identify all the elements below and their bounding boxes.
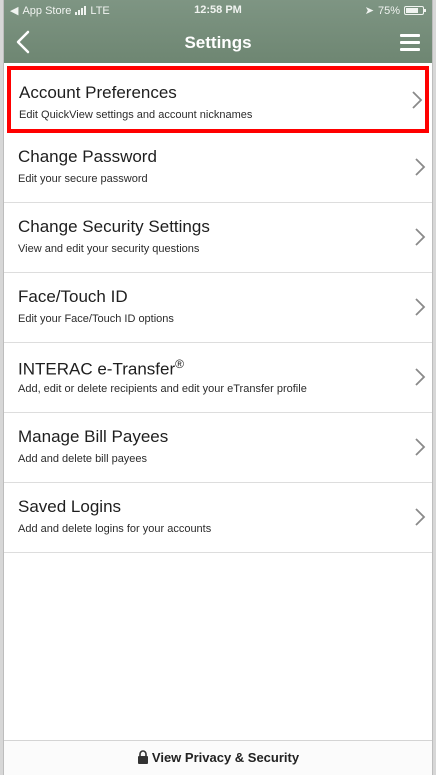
status-bar: ◀ App Store LTE 12:58 PM ➤ 75% — [4, 0, 432, 20]
item-title: Change Password — [18, 147, 157, 166]
item-subtitle: Add, edit or delete recipients and edit … — [18, 383, 307, 395]
battery-level — [406, 8, 418, 13]
settings-item-account-preferences[interactable]: Account Preferences Edit QuickView setti… — [7, 66, 429, 133]
item-subtitle: Edit QuickView settings and account nick… — [19, 109, 253, 121]
privacy-security-link[interactable]: View Privacy & Security — [4, 740, 432, 775]
item-subtitle: Add and delete logins for your accounts — [18, 523, 212, 535]
hamburger-line — [400, 41, 420, 44]
settings-item-change-security-settings[interactable]: Change Security Settings View and edit y… — [4, 203, 432, 273]
item-title: Saved Logins — [18, 497, 122, 516]
item-title: Account Preferences — [19, 83, 177, 102]
page-title: Settings — [184, 33, 252, 52]
hamburger-menu-icon — [400, 34, 420, 37]
location-icon: ➤ — [364, 5, 374, 17]
settings-item-interac-etransfer[interactable]: INTERAC e-Transfer® Add, edit or delete … — [4, 343, 432, 413]
item-subtitle: View and edit your security questions — [18, 243, 200, 255]
footer-inner: View Privacy & Security — [4, 750, 432, 765]
settings-item-change-password[interactable]: Change Password Edit your secure passwor… — [4, 133, 432, 203]
lock-icon — [137, 750, 148, 764]
chevron-right-icon — [415, 508, 426, 526]
item-subtitle: Edit your secure password — [18, 173, 148, 185]
item-title: Manage Bill Payees — [18, 427, 169, 446]
app-header: ◀ App Store LTE 12:58 PM ➤ 75% Settings — [4, 0, 432, 63]
chevron-right-icon — [412, 91, 423, 109]
item-subtitle: Add and delete bill payees — [18, 453, 148, 465]
settings-item-face-touch-id[interactable]: Face/Touch ID Edit your Face/Touch ID op… — [4, 273, 432, 343]
footer-label: View Privacy & Security — [151, 750, 300, 765]
settings-item-manage-bill-payees[interactable]: Manage Bill Payees Add and delete bill p… — [4, 413, 432, 483]
nav-bar: Settings — [4, 22, 432, 63]
hamburger-line — [400, 48, 420, 51]
phone-screen: ◀ App Store LTE 12:58 PM ➤ 75% Settings … — [4, 0, 432, 775]
chevron-right-icon — [415, 438, 426, 456]
chevron-right-icon — [415, 158, 426, 176]
battery-icon — [404, 6, 426, 15]
settings-list: Account Preferences Edit QuickView setti… — [4, 66, 432, 553]
item-title-wrap: INTERAC e-Transfer® — [18, 357, 184, 380]
battery-percent: 75% — [377, 4, 400, 17]
chevron-right-icon — [415, 298, 426, 316]
item-title: Change Security Settings — [18, 217, 210, 236]
item-title: INTERAC e-Transfer — [18, 359, 176, 379]
chevron-right-icon — [415, 368, 426, 386]
menu-button[interactable] — [400, 34, 420, 51]
item-title: Face/Touch ID — [18, 287, 128, 306]
chevron-right-icon — [415, 228, 426, 246]
settings-item-saved-logins[interactable]: Saved Logins Add and delete logins for y… — [4, 483, 432, 553]
item-subtitle: Edit your Face/Touch ID options — [18, 313, 174, 325]
registered-mark: ® — [175, 357, 184, 371]
status-right: ➤ 75% — [364, 4, 426, 17]
